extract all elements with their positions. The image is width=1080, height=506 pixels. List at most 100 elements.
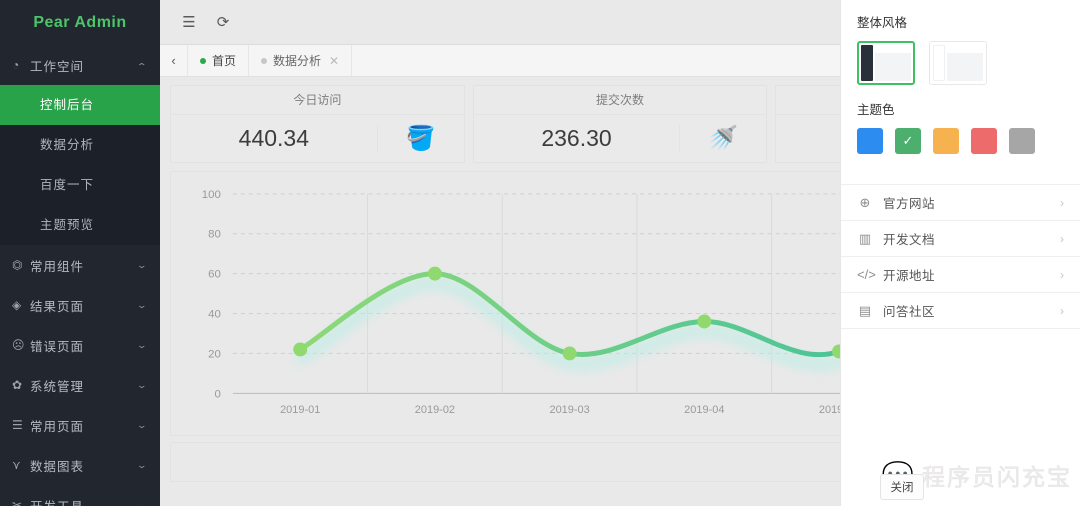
svg-text:20: 20 <box>208 348 221 360</box>
theme-color-green[interactable]: ✓ <box>895 128 921 154</box>
stat-card-title: 今日访问 <box>171 86 464 115</box>
chevron-right-icon: › <box>1060 303 1064 318</box>
chevron-down-icon: ⌄ <box>136 459 148 470</box>
sidebar-submenu-workspace: 控制后台 数据分析 百度一下 主题预览 <box>0 85 160 245</box>
svg-text:2019-02: 2019-02 <box>415 404 455 416</box>
svg-text:0: 0 <box>214 388 220 400</box>
style-section: 整体风格 主题色 ✓ <box>841 0 1080 166</box>
stat-card-value: 236.30 <box>474 125 681 152</box>
link-label: 问答社区 <box>883 305 936 319</box>
theme-color-blue[interactable] <box>857 128 883 154</box>
globe-icon: ⊕ <box>859 194 871 210</box>
tab-label: 数据分析 <box>273 54 322 68</box>
chevron-down-icon: ⌄ <box>136 299 148 310</box>
chevron-down-icon: ⌄ <box>136 259 148 270</box>
style-option-dark-sidebar[interactable] <box>857 41 915 85</box>
check-icon: ✓ <box>902 133 914 148</box>
tools-icon: ✂ <box>12 498 23 506</box>
refresh-icon[interactable]: ⟳ <box>206 0 240 45</box>
shower-icon: 🚿 <box>708 124 739 152</box>
style-option-row <box>857 41 1064 85</box>
layers-icon: ☰ <box>12 418 23 432</box>
close-button[interactable]: 关闭 <box>880 474 924 500</box>
chart-icon: ⋎ <box>12 458 21 472</box>
sidebar-group-components[interactable]: ⏣ 常用组件 ⌄ <box>0 245 160 285</box>
tab-data-analysis[interactable]: 数据分析 ✕ <box>249 45 353 76</box>
link-qa-community[interactable]: ▤ 问答社区 › <box>841 293 1080 329</box>
sidebar: Pear Admin ◔ 工作空间 ⌄ 控制后台 数据分析 百度一下 主题预览 … <box>0 0 160 506</box>
theme-settings-panel: 整体风格 主题色 ✓ ⊕ 官方网站 › ▥ 开发文档 › </> 开源地址 › … <box>840 0 1080 506</box>
paint-bucket-icon: 🪣 <box>405 124 436 152</box>
app-logo: Pear Admin <box>0 0 160 45</box>
shield-check-icon: ◈ <box>12 298 22 312</box>
chevron-right-icon: › <box>1060 267 1064 282</box>
cube-icon: ⏣ <box>12 258 23 272</box>
sidebar-item-baidu[interactable]: 百度一下 <box>0 165 160 205</box>
theme-color-row: ✓ <box>857 128 1064 154</box>
svg-text:2019-04: 2019-04 <box>684 404 724 416</box>
style-section-title: 整体风格 <box>857 16 908 30</box>
svg-text:80: 80 <box>208 229 221 241</box>
sad-face-icon: ☹ <box>12 338 25 352</box>
link-label: 开源地址 <box>883 269 936 283</box>
svg-text:60: 60 <box>208 269 221 281</box>
sidebar-group-workspace[interactable]: ◔ 工作空间 ⌄ <box>0 45 160 85</box>
question-doc-icon: ▤ <box>858 302 872 318</box>
link-label: 官方网站 <box>883 197 936 211</box>
style-option-light-sidebar[interactable] <box>929 41 987 85</box>
tab-scroll-left-icon[interactable]: ‹ <box>160 45 188 76</box>
color-section-title: 主题色 <box>857 103 895 117</box>
tab-label: 首页 <box>212 54 237 68</box>
menu-toggle-icon[interactable]: ☰ <box>172 0 206 45</box>
code-icon: </> <box>857 267 876 282</box>
chevron-down-icon: ⌄ <box>136 499 148 506</box>
chevron-right-icon: › <box>1060 231 1064 246</box>
sidebar-group-label: 开发工具 <box>30 496 138 506</box>
sidebar-group-result-pages[interactable]: ◈ 结果页面 ⌄ <box>0 285 160 325</box>
sidebar-group-data-charts[interactable]: ⋎ 数据图表 ⌄ <box>0 445 160 485</box>
sidebar-group-label: 常用组件 <box>30 259 85 274</box>
tab-home[interactable]: 首页 <box>188 45 250 76</box>
gear-icon: ✿ <box>12 378 23 392</box>
link-dev-docs[interactable]: ▥ 开发文档 › <box>841 221 1080 257</box>
sidebar-group-error-pages[interactable]: ☹ 错误页面 ⌄ <box>0 325 160 365</box>
close-icon[interactable]: ✕ <box>329 54 339 68</box>
svg-text:2019-03: 2019-03 <box>549 404 589 416</box>
stat-card-submit-count: 提交次数 236.30 🚿 <box>472 85 768 163</box>
tab-status-dot <box>200 57 206 64</box>
chevron-down-icon: ⌄ <box>136 379 148 390</box>
sidebar-group-dev-tools[interactable]: ✂ 开发工具 ⌄ <box>0 485 160 506</box>
link-source-code[interactable]: </> 开源地址 › <box>841 257 1080 293</box>
sidebar-group-system-admin[interactable]: ✿ 系统管理 ⌄ <box>0 365 160 405</box>
link-label: 开发文档 <box>883 233 936 247</box>
sidebar-group-label: 结果页面 <box>30 299 85 314</box>
sidebar-group-label: 系统管理 <box>30 379 85 394</box>
sidebar-group-label: 数据图表 <box>30 459 85 474</box>
theme-color-red[interactable] <box>971 128 997 154</box>
chevron-right-icon: › <box>1060 195 1064 210</box>
stat-card-value: 440.34 <box>171 125 378 152</box>
sidebar-group-label: 错误页面 <box>30 339 85 354</box>
link-official-website[interactable]: ⊕ 官方网站 › <box>841 185 1080 221</box>
svg-text:40: 40 <box>208 309 221 321</box>
sidebar-group-label: 常用页面 <box>30 419 85 434</box>
chevron-up-icon: ⌄ <box>136 60 148 71</box>
book-icon: ▥ <box>858 230 872 246</box>
stat-card-today-visits: 今日访问 440.34 🪣 <box>170 85 465 163</box>
svg-text:2019-01: 2019-01 <box>280 404 320 416</box>
svg-text:100: 100 <box>202 189 221 201</box>
theme-color-gray[interactable] <box>1009 128 1035 154</box>
panel-link-list: ⊕ 官方网站 › ▥ 开发文档 › </> 开源地址 › ▤ 问答社区 › <box>841 184 1080 329</box>
sidebar-item-theme-preview[interactable]: 主题预览 <box>0 205 160 245</box>
theme-color-orange[interactable] <box>933 128 959 154</box>
tab-status-dot <box>261 57 268 64</box>
stat-card-title: 提交次数 <box>473 86 767 115</box>
sidebar-item-control-console[interactable]: 控制后台 <box>0 85 160 125</box>
chevron-down-icon: ⌄ <box>136 339 148 350</box>
admin-dashboard: Pear Admin ◔ 工作空间 ⌄ 控制后台 数据分析 百度一下 主题预览 … <box>0 0 1080 506</box>
sidebar-group-common-pages[interactable]: ☰ 常用页面 ⌄ <box>0 405 160 445</box>
chevron-down-icon: ⌄ <box>136 419 148 430</box>
dashboard-icon: ◔ <box>12 58 20 72</box>
sidebar-item-data-analysis[interactable]: 数据分析 <box>0 125 160 165</box>
sidebar-group-label: 工作空间 <box>30 59 85 74</box>
